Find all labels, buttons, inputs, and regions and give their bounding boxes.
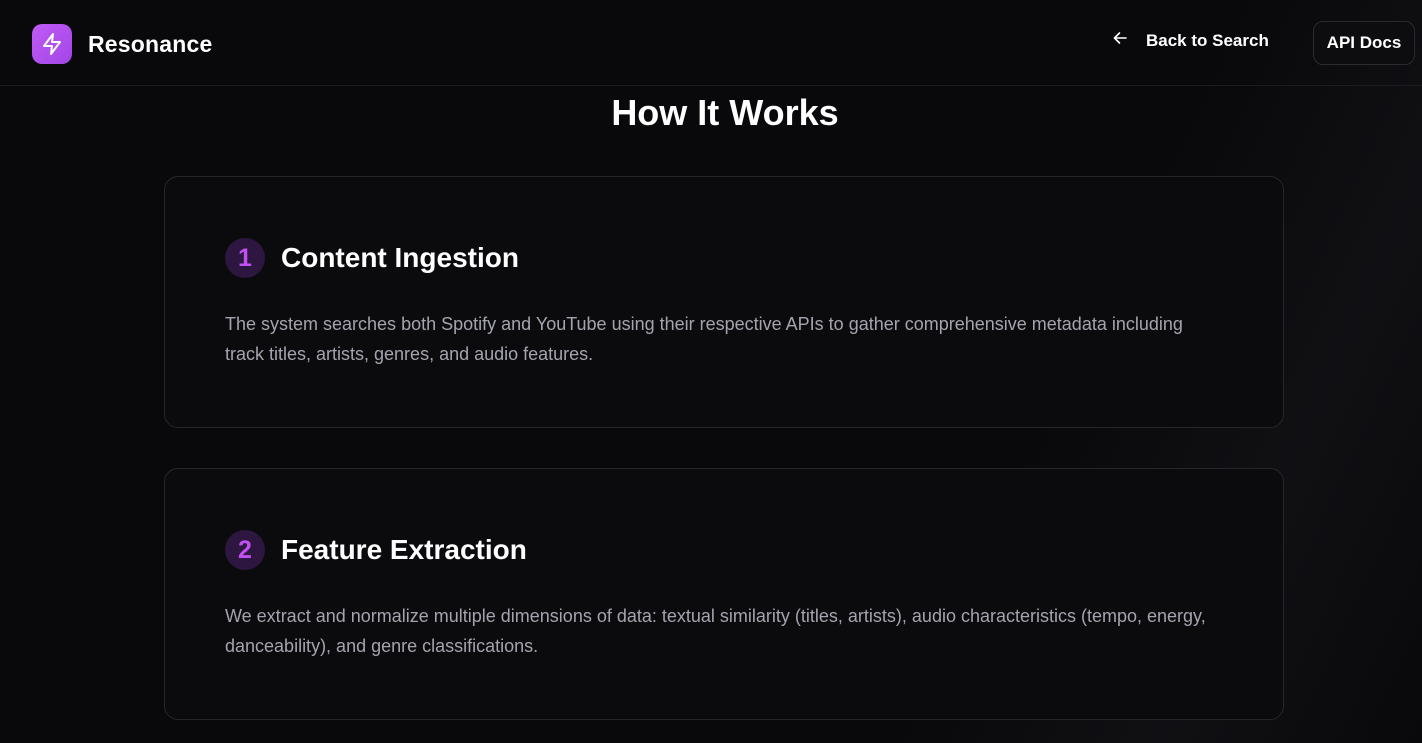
arrow-left-icon <box>1112 30 1128 51</box>
step-description: We extract and normalize multiple dimens… <box>225 606 1206 656</box>
brand-name: Resonance <box>88 30 213 57</box>
step-number-badge: 1 <box>225 238 265 278</box>
step-number-badge: 2 <box>225 530 265 570</box>
lightning-bolt-icon <box>32 24 72 64</box>
back-to-search-label: Back to Search <box>1146 30 1269 50</box>
back-to-search-link[interactable]: Back to Search <box>1112 30 1269 51</box>
step-description: The system searches both Spotify and You… <box>225 314 1183 364</box>
step-card-feature-extraction: 2 Feature Extraction We extract and norm… <box>164 468 1284 720</box>
api-docs-label: API Docs <box>1326 33 1402 52</box>
step-title: Content Ingestion <box>281 242 519 273</box>
step-title: Feature Extraction <box>281 534 527 565</box>
how-it-works-page: Resonance Back to Search API Docs How It… <box>0 0 1422 743</box>
page-title: How It Works <box>611 92 839 133</box>
top-navigation-bar: Resonance Back to Search API Docs <box>0 0 1422 86</box>
api-docs-button[interactable]: API Docs <box>1313 21 1415 65</box>
step-heading: 2 Feature Extraction <box>225 530 527 570</box>
step-card-content-ingestion: 1 Content Ingestion The system searches … <box>164 176 1284 428</box>
step-heading: 1 Content Ingestion <box>225 238 519 278</box>
brand[interactable]: Resonance <box>32 24 213 64</box>
